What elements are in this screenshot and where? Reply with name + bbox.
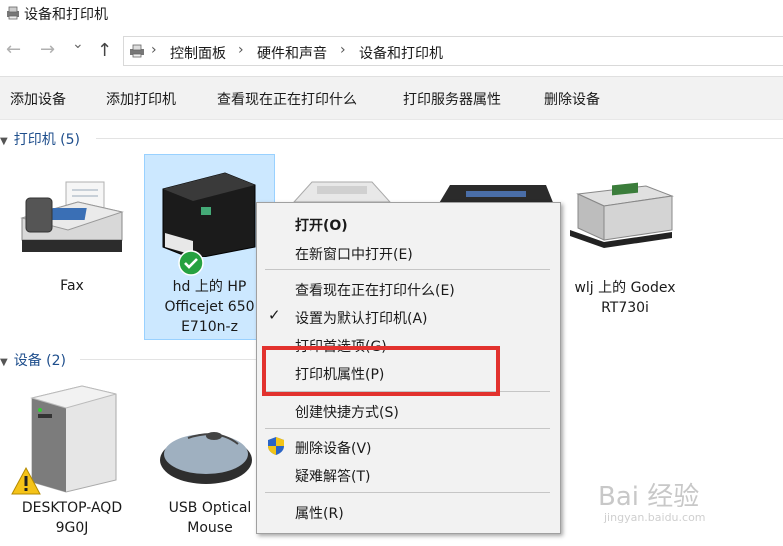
desktop-device-item[interactable]: DESKTOP-AQD 9G0J (8, 382, 136, 542)
multifunction-printer-icon (162, 172, 256, 257)
devices-group-title: 设备 (2) (13, 353, 66, 369)
menu-item-remove-device[interactable]: 删除设备(V) (295, 438, 372, 458)
fax-device-item[interactable]: Fax (12, 178, 132, 308)
collapse-chevron-icon[interactable]: ▼ (0, 136, 8, 147)
baidu-watermark-url: jingyan.baidu.com (604, 511, 706, 524)
devices-group-header[interactable]: ▼ 设备 (2) (0, 350, 66, 370)
device-label: wlj 上的 Godex RT730i (574, 280, 676, 316)
warning-icon (11, 466, 41, 495)
device-label: DESKTOP-AQD 9G0J (21, 500, 123, 536)
menu-separator (265, 269, 550, 270)
device-label: USB Optical Mouse (168, 500, 252, 536)
device-label: hd 上的 HP Officejet 650 E710n-z (164, 279, 255, 335)
up-arrow-icon[interactable]: ↑ (97, 40, 112, 61)
window-title: 设备和打印机 (24, 7, 108, 23)
menu-item-open[interactable]: 打开(O) (295, 215, 348, 235)
breadcrumb-separator[interactable]: › (340, 42, 346, 58)
title-bar: 设备和打印机 (0, 0, 783, 28)
default-printer-check-icon (178, 250, 204, 276)
printers-group-title: 打印机 (5) (13, 132, 80, 148)
breadcrumb-separator[interactable]: › (238, 42, 244, 58)
devices-printers-icon (7, 6, 19, 20)
menu-item-properties[interactable]: 属性(R) (295, 503, 344, 523)
group-divider (96, 138, 783, 139)
menu-item-troubleshoot[interactable]: 疑难解答(T) (295, 466, 370, 486)
breadcrumb-control-panel[interactable]: 控制面板 (170, 43, 226, 63)
collapse-chevron-icon[interactable]: ▼ (0, 357, 8, 368)
highlight-annotation-box (262, 346, 500, 396)
usb-mouse-device-item[interactable]: USB Optical Mouse (146, 420, 274, 544)
menu-separator (265, 428, 550, 429)
navigation-bar: ← → ⌄ ↑ › 控制面板 › 硬件和声音 › 设备和打印机 (0, 32, 783, 70)
address-bar[interactable]: › 控制面板 › 硬件和声音 › 设备和打印机 (123, 36, 783, 66)
see-whats-printing-button[interactable]: 查看现在正在打印什么 (217, 89, 357, 109)
mouse-icon (160, 432, 252, 484)
menu-item-open-new-window[interactable]: 在新窗口中打开(E) (295, 244, 413, 264)
back-arrow-icon[interactable]: ← (6, 39, 21, 60)
printers-group-header[interactable]: ▼ 打印机 (5) (0, 129, 80, 149)
label-printer-icon (570, 182, 674, 248)
recent-locations-chevron-down-icon[interactable]: ⌄ (72, 36, 84, 52)
forward-arrow-icon[interactable]: → (40, 39, 55, 60)
print-server-properties-button[interactable]: 打印服务器属性 (403, 89, 501, 109)
uac-shield-icon (268, 437, 284, 455)
breadcrumb-hardware-sound[interactable]: 硬件和声音 (257, 43, 327, 63)
command-toolbar: 添加设备 添加打印机 查看现在正在打印什么 打印服务器属性 删除设备 (0, 76, 783, 120)
device-label: Fax (60, 278, 84, 294)
remove-device-button[interactable]: 删除设备 (544, 89, 600, 109)
add-printer-button[interactable]: 添加打印机 (106, 89, 176, 109)
menu-item-create-shortcut[interactable]: 创建快捷方式(S) (295, 402, 399, 422)
add-device-button[interactable]: 添加设备 (10, 89, 66, 109)
godex-printer-item[interactable]: wlj 上的 Godex RT730i (560, 180, 690, 320)
group-divider (80, 359, 256, 360)
baidu-watermark: Bai 经验 (598, 482, 700, 512)
fax-icon (20, 181, 124, 252)
menu-separator (265, 492, 550, 493)
address-location-icon (130, 44, 144, 58)
breadcrumb-devices-printers[interactable]: 设备和打印机 (359, 43, 443, 63)
menu-item-see-whats-printing[interactable]: 查看现在正在打印什么(E) (295, 280, 455, 300)
checkmark-icon: ✓ (268, 306, 281, 324)
menu-item-set-default-printer[interactable]: 设置为默认打印机(A) (295, 308, 428, 328)
breadcrumb-separator[interactable]: › (151, 42, 157, 58)
